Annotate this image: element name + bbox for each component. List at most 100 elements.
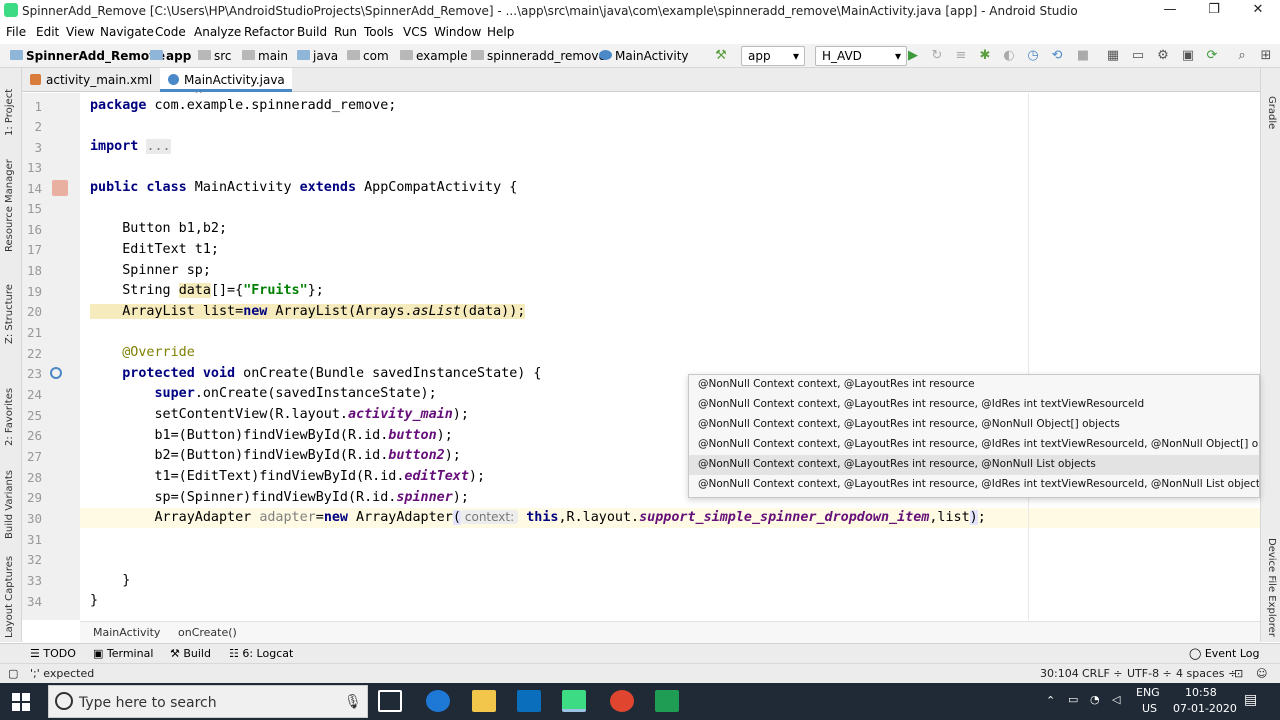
logcat-tab[interactable]: ☷ 6: Logcat [229,647,293,660]
nav-src[interactable]: src [214,49,232,63]
tab-activity-main-xml[interactable]: activity_main.xml [22,68,160,92]
parameter-option-selected[interactable]: @NonNull Context context, @LayoutRes int… [689,455,1259,475]
chrome-icon[interactable] [610,690,634,712]
task-view-icon[interactable] [378,690,402,712]
taskbar-search-box[interactable]: Type here to search 🎙 [48,685,368,718]
sync-icon[interactable]: ⟳ [1204,48,1220,64]
project-structure-icon[interactable]: ▦ [1105,48,1121,64]
run-config-dropdown[interactable]: app ▾ [741,46,805,66]
profile-icon[interactable]: ◷ [1025,48,1041,64]
nav-package[interactable]: spinneradd_remove [487,49,606,63]
indent-setting[interactable]: 4 spaces ÷ [1176,667,1237,680]
nav-project[interactable]: SpinnerAdd_Remove [26,49,165,63]
settings-icon[interactable]: ⊞ [1258,48,1274,64]
tab-main-activity-java[interactable]: MainActivity.java × [160,68,292,101]
device-manager-icon[interactable]: ▣ [1180,48,1196,64]
menu-help[interactable]: Help [487,25,514,39]
file-explorer-icon[interactable] [472,690,496,712]
menu-refactor[interactable]: Refactor [244,25,294,39]
avd-manager-icon[interactable]: ▭ [1130,48,1146,64]
layout-captures-tab[interactable]: Layout Captures [4,556,15,638]
lock-icon[interactable]: ⊡ [1234,667,1243,680]
clock-time[interactable]: 10:58 [1185,686,1217,699]
edge-icon[interactable] [426,690,450,712]
windows-start-icon[interactable] [12,693,30,711]
nav-class[interactable]: MainActivity [615,49,689,63]
menu-edit[interactable]: Edit [36,25,59,39]
coverage-icon[interactable]: ⟲ [1049,48,1065,64]
override-method-icon[interactable] [50,367,62,379]
editor-tab-bar: activity_main.xml MainActivity.java × [22,68,1260,101]
sdk-manager-icon[interactable]: ⚙ [1155,48,1171,64]
battery-icon[interactable]: ▭ [1068,693,1078,706]
menu-analyze[interactable]: Analyze [194,25,241,39]
event-log-tab[interactable]: ◯ Event Log [1189,647,1259,660]
nav-com[interactable]: com [363,49,389,63]
nav-java[interactable]: java [313,49,338,63]
menu-code[interactable]: Code [155,25,186,39]
clock-date[interactable]: 07-01-2020 [1173,702,1237,715]
run-icon[interactable]: ▶ [905,48,921,64]
inspection-icon[interactable]: ☺ [1256,667,1267,680]
nav-example[interactable]: example [416,49,468,63]
language-indicator[interactable]: ENG [1136,686,1160,699]
line-separator[interactable]: CRLF ÷ [1082,667,1123,680]
debug-icon[interactable]: ✱ [977,48,993,64]
device-dropdown[interactable]: H_AVD ▾ [815,46,907,66]
project-folder-icon [10,50,23,60]
rerun-icon[interactable]: ↻ [929,48,945,64]
menu-file[interactable]: File [6,25,26,39]
menu-tools[interactable]: Tools [364,25,394,39]
layout-preview-icon[interactable] [52,180,68,196]
menu-window[interactable]: Window [434,25,481,39]
todo-tab[interactable]: ☰ TODO [30,647,76,660]
menu-vcs[interactable]: VCS [403,25,427,39]
menu-build[interactable]: Build [297,25,327,39]
app-icon[interactable] [655,690,679,712]
restore-button[interactable]: ❐ [1194,2,1234,20]
gradle-tab[interactable]: Gradle [1266,96,1277,129]
xml-file-icon [30,74,41,85]
attach-debugger-icon[interactable]: ◐ [1001,48,1017,64]
cortana-icon [55,692,73,710]
store-icon[interactable] [517,690,541,712]
notifications-icon[interactable]: ▤ [1244,692,1257,708]
status-icon: ▢ [8,667,19,680]
device-file-explorer-tab[interactable]: Device File Explorer [1266,538,1277,637]
menu-view[interactable]: View [66,25,94,39]
caret-position[interactable]: 30:104 [1040,667,1079,680]
parameter-option[interactable]: @NonNull Context context, @LayoutRes int… [689,395,1259,415]
nav-app[interactable]: app [166,49,191,63]
breadcrumb-method[interactable]: onCreate() [178,626,237,639]
parameter-option[interactable]: @NonNull Context context, @LayoutRes int… [689,475,1259,495]
terminal-tab[interactable]: ▣ Terminal [93,647,153,660]
close-button[interactable]: ✕ [1238,2,1278,20]
project-panel-tab[interactable]: 1: Project [4,89,15,136]
region-indicator[interactable]: US [1142,702,1157,715]
search-icon[interactable]: ⌕ [1234,48,1250,64]
android-studio-taskbar-icon[interactable] [562,690,586,712]
menu-run[interactable]: Run [334,25,357,39]
parameter-option[interactable]: @NonNull Context context, @LayoutRes int… [689,415,1259,435]
minimize-button[interactable]: — [1150,2,1190,20]
network-icon[interactable]: ◔ [1090,693,1100,706]
build-tab[interactable]: ⚒ Build [170,647,211,660]
hammer-icon[interactable]: ⚒ [713,48,729,64]
parameter-option[interactable]: @NonNull Context context, @LayoutRes int… [689,375,1259,395]
apply-changes-icon[interactable]: ≡ [953,48,969,64]
nav-main[interactable]: main [258,49,288,63]
terminal-icon: ▣ [93,647,107,660]
menu-navigate[interactable]: Navigate [100,25,154,39]
breadcrumb-class[interactable]: MainActivity [93,626,160,639]
tray-chevron-icon[interactable]: ⌃ [1046,694,1055,707]
build-variants-tab[interactable]: Build Variants [4,470,15,539]
microphone-icon[interactable]: 🎙 [344,694,362,710]
favorites-tab[interactable]: 2: Favorites [4,388,15,446]
resource-manager-tab[interactable]: Resource Manager [4,159,15,252]
stop-icon[interactable]: ■ [1075,48,1091,64]
code-editor[interactable] [80,93,1260,620]
structure-tab[interactable]: Z: Structure [4,284,15,344]
parameter-option[interactable]: @NonNull Context context, @LayoutRes int… [689,435,1259,455]
file-encoding[interactable]: UTF-8 ÷ [1127,667,1172,680]
volume-icon[interactable]: ◁ [1112,693,1120,706]
